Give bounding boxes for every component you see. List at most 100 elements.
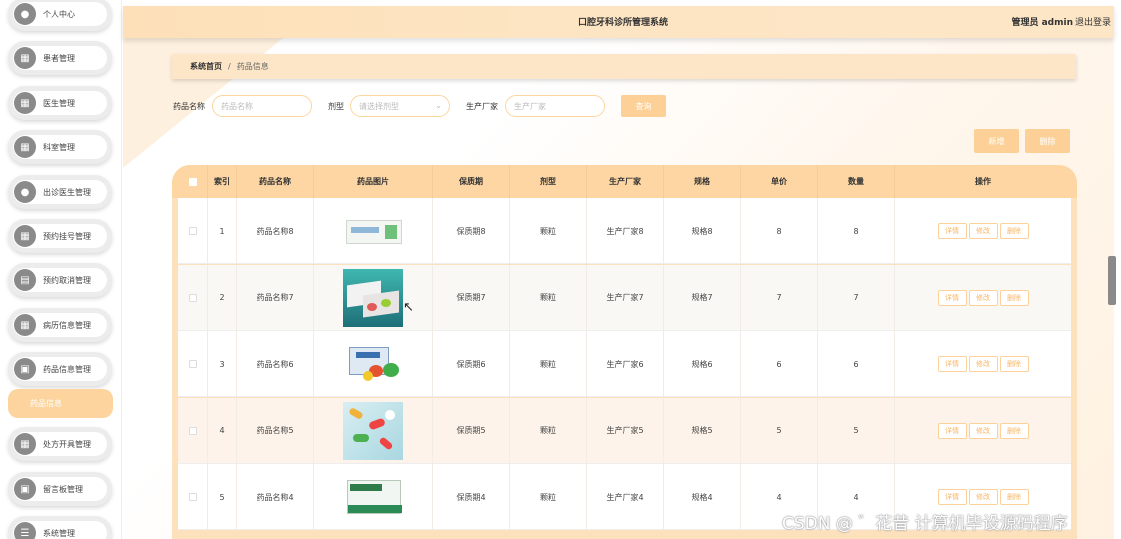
- cell-dosage-form: 颗粒: [510, 264, 587, 331]
- column-header: 药品名称: [237, 165, 314, 198]
- drug-image: [343, 468, 403, 526]
- cell-spec: 规格5: [664, 397, 741, 464]
- batch-delete-button-label: 删除: [1039, 136, 1056, 146]
- manufacturer-label: 生产厂家: [466, 102, 498, 111]
- column-header: 操作: [975, 177, 991, 186]
- top-header: 口腔牙科诊所管理系统 管理员 admin 退出登录: [123, 6, 1114, 38]
- cell-manufacturer: 生产厂家6: [587, 331, 664, 397]
- cell-drug-image: [314, 331, 433, 397]
- sidebar-item-departments[interactable]: ▦ 科室管理: [8, 130, 112, 164]
- detail-button[interactable]: 详情: [937, 489, 967, 505]
- detail-button[interactable]: 详情: [937, 289, 967, 306]
- sidebar-item-visiting-doctors[interactable]: ● 出诊医生管理: [8, 175, 112, 209]
- grid-icon: ▦: [14, 433, 36, 455]
- cell-quantity: 8: [818, 198, 895, 264]
- cell-dosage-form: 颗粒: [510, 198, 587, 264]
- delete-button[interactable]: 删除: [999, 223, 1029, 239]
- breadcrumb-separator: /: [228, 62, 231, 71]
- drug-name-placeholder: 药品名称: [221, 101, 253, 111]
- sidebar-item-appointments[interactable]: ▦ 预约挂号管理: [8, 219, 112, 253]
- detail-button[interactable]: 详情: [937, 422, 967, 439]
- edit-button[interactable]: 修改: [968, 289, 998, 306]
- edit-button[interactable]: 修改: [968, 223, 998, 239]
- row-select-cell: [178, 198, 208, 264]
- cell-spec: 规格6: [664, 331, 741, 397]
- row-checkbox[interactable]: [188, 493, 197, 501]
- cell-shelf-life: 保质期6: [433, 331, 510, 397]
- sidebar-item-label: 患者管理: [43, 53, 75, 63]
- row-select-cell: [178, 331, 208, 397]
- query-button[interactable]: 查询: [621, 95, 666, 117]
- cell-dosage-form: 颗粒: [510, 397, 587, 464]
- edit-button[interactable]: 修改: [968, 489, 998, 505]
- column-header: 规格: [664, 165, 741, 198]
- cell-price: 5: [741, 397, 818, 464]
- cell-drug-name: 药品名称8: [237, 198, 314, 264]
- sidebar-item-cancellations[interactable]: ▤ 预约取消管理: [8, 263, 112, 297]
- sidebar-item-prescriptions[interactable]: ▦ 处方开具管理: [8, 427, 112, 461]
- cell-index: 5: [208, 464, 237, 530]
- manufacturer-placeholder: 生产厂家: [514, 101, 546, 111]
- sidebar-item-patients[interactable]: ▦ 患者管理: [8, 41, 112, 75]
- drug-name-input[interactable]: 药品名称: [212, 95, 312, 117]
- cell-dosage-form: 颗粒: [510, 464, 587, 530]
- cell-drug-name: 药品名称7: [237, 264, 314, 331]
- chevron-down-icon: ⌄: [435, 101, 442, 110]
- row-checkbox[interactable]: [188, 227, 197, 235]
- sidebar-item-system[interactable]: ☰ 系统管理: [8, 516, 112, 539]
- sidebar-subitem-drug-info[interactable]: 药品信息: [8, 389, 113, 418]
- delete-button[interactable]: 删除: [999, 356, 1029, 372]
- cell-index: 4: [208, 397, 237, 464]
- delete-button[interactable]: 删除: [999, 289, 1029, 306]
- sidebar-item-label: 医生管理: [43, 98, 75, 108]
- row-select-cell: [178, 264, 208, 331]
- add-button[interactable]: 新增: [974, 129, 1019, 153]
- document-icon: ▤: [14, 269, 36, 291]
- batch-delete-button[interactable]: 删除: [1025, 129, 1070, 153]
- select-all-checkbox[interactable]: [188, 177, 197, 186]
- sidebar-item-label: 药品信息管理: [43, 364, 91, 374]
- query-button-label: 查询: [635, 101, 652, 111]
- dosage-form-placeholder: 请选择剂型: [359, 101, 399, 111]
- detail-button[interactable]: 详情: [937, 356, 967, 372]
- add-button-label: 新增: [988, 136, 1005, 146]
- sidebar-item-records[interactable]: ▦ 病历信息管理: [8, 308, 112, 342]
- scrollbar-thumb[interactable]: [1108, 256, 1116, 305]
- edit-button[interactable]: 修改: [968, 422, 998, 439]
- cell-drug-name: 药品名称6: [237, 331, 314, 397]
- sidebar-item-label: 病历信息管理: [43, 320, 91, 330]
- cell-manufacturer: 生产厂家5: [587, 397, 664, 464]
- user-icon: ●: [14, 3, 36, 25]
- row-checkbox[interactable]: [188, 426, 197, 435]
- grid-icon: ▦: [14, 314, 36, 336]
- grid-icon: ▦: [14, 92, 36, 114]
- row-checkbox[interactable]: [188, 360, 197, 368]
- list-icon: ☰: [14, 522, 36, 539]
- sidebar-item-doctors[interactable]: ▦ 医生管理: [8, 86, 112, 120]
- sidebar-item-profile[interactable]: ● 个人中心: [8, 0, 112, 31]
- cell-operations: 详情 修改 删除: [895, 265, 1071, 331]
- chat-icon: ▣: [14, 358, 36, 380]
- breadcrumb-home[interactable]: 系统首页: [190, 61, 222, 72]
- delete-button[interactable]: 删除: [999, 422, 1029, 439]
- sidebar-item-label: 留言板管理: [43, 484, 83, 494]
- sidebar-item-messages[interactable]: ▣ 留言板管理: [8, 472, 112, 506]
- delete-button[interactable]: 删除: [999, 489, 1029, 505]
- cell-index: 1: [208, 198, 237, 264]
- detail-button[interactable]: 详情: [937, 223, 967, 239]
- cell-shelf-life: 保质期7: [433, 264, 510, 331]
- logout-link[interactable]: 退出登录: [1075, 15, 1111, 28]
- column-header: 数量: [818, 165, 895, 198]
- edit-button[interactable]: 修改: [968, 356, 998, 372]
- cell-quantity: 5: [818, 397, 895, 464]
- manufacturer-input[interactable]: 生产厂家: [505, 95, 605, 117]
- cell-operations: 详情 修改 删除: [895, 398, 1071, 464]
- cell-index: 2: [208, 264, 237, 331]
- cell-drug-name: 药品名称4: [237, 464, 314, 530]
- sidebar-item-drugs[interactable]: ▣ 药品信息管理: [8, 352, 112, 386]
- cell-quantity: 7: [818, 264, 895, 331]
- cell-manufacturer: 生产厂家7: [587, 264, 664, 331]
- dosage-form-select[interactable]: 请选择剂型 ⌄: [350, 95, 450, 117]
- table-row: 3 药品名称6 保质期6 颗粒 生产厂家6 规格6 6 6 详情 修改 删除: [178, 331, 1071, 397]
- row-checkbox[interactable]: [188, 293, 197, 302]
